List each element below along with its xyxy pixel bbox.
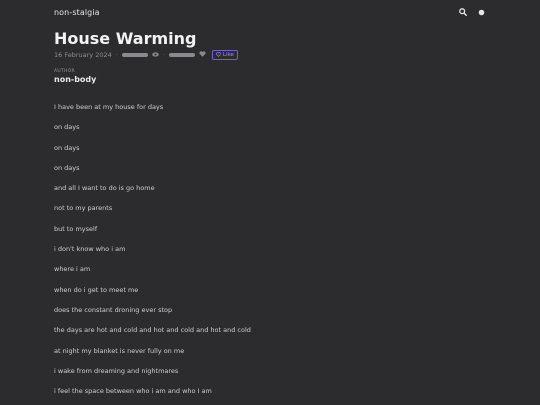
theme-toggle-icon[interactable] xyxy=(476,7,486,17)
poem-line: but to myself xyxy=(54,224,98,233)
post-meta: 16 February 2024 · · Like xyxy=(54,50,238,60)
poem-line: I have been at my house for days xyxy=(54,103,164,111)
poem-line: the days are hot and cold and hot and co… xyxy=(54,326,251,335)
poem-line: when do i get to meet me xyxy=(54,285,139,294)
poem-line: i don't know who i am xyxy=(54,245,126,254)
poem-body: I have been at my house for days on days o… xyxy=(54,103,251,405)
poem-line: not to my parents xyxy=(54,204,113,213)
search-icon[interactable] xyxy=(458,7,468,17)
poem-line: i feel the space between who i am and wh… xyxy=(54,387,212,396)
header-actions xyxy=(458,7,486,17)
poem-line: does the constant droning ever stop xyxy=(54,305,173,314)
poem-line: at night my blanket is never fully on me xyxy=(54,346,185,355)
like-heart-icon xyxy=(215,51,221,59)
meta-separator: · xyxy=(162,51,165,59)
poem-line: and all I want to do is go home xyxy=(54,184,155,193)
site-header: non-stalgia xyxy=(54,6,486,18)
page: non-stalgia House Warming 16 February 20… xyxy=(0,0,540,405)
poem-line: where i am xyxy=(54,265,91,274)
site-name-link[interactable]: non-stalgia xyxy=(54,8,100,17)
redacted-read-count xyxy=(121,53,148,57)
eye-icon xyxy=(152,51,159,59)
like-label: Like xyxy=(222,52,234,58)
poem-line: on days xyxy=(54,123,80,132)
redacted-like-count xyxy=(168,53,195,57)
post-date: 16 February 2024 xyxy=(54,51,112,59)
poem-line: i wake from dreaming and nightmares xyxy=(54,366,179,375)
post-title: House Warming xyxy=(54,29,197,48)
poem-line: on days xyxy=(54,163,80,172)
like-button[interactable]: Like xyxy=(211,50,238,60)
poem-line: on days xyxy=(54,143,80,152)
author-label: AUTHOR xyxy=(54,69,75,74)
meta-separator: · xyxy=(115,51,118,59)
heart-icon xyxy=(199,51,206,59)
author-name[interactable]: non-body xyxy=(54,75,96,84)
